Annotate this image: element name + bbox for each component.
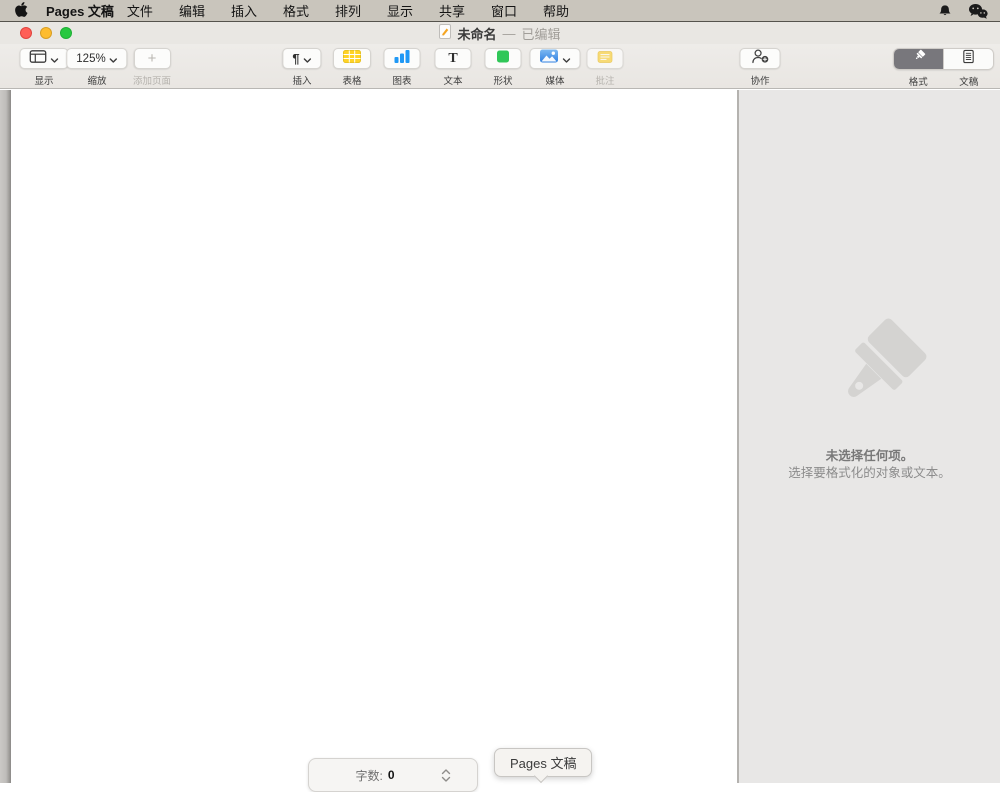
paintbrush-large-icon bbox=[847, 318, 926, 397]
collaborate-label: 协作 bbox=[750, 76, 770, 87]
window-controls bbox=[20, 27, 72, 39]
comment-label: 批注 bbox=[595, 76, 615, 87]
bell-icon[interactable] bbox=[938, 3, 952, 19]
window-title: 未命名 — 已编辑 bbox=[0, 24, 1000, 43]
menubar-status-area bbox=[938, 3, 988, 19]
chart-tool: 图表 bbox=[383, 48, 421, 87]
shape-button[interactable] bbox=[484, 48, 522, 69]
document-inspector-button[interactable] bbox=[943, 49, 993, 69]
menu-app-name[interactable]: Pages 文稿 bbox=[46, 1, 114, 20]
media-label: 媒体 bbox=[545, 76, 565, 87]
word-count-label: 字数: bbox=[355, 768, 383, 783]
menu-item-share[interactable]: 共享 bbox=[426, 1, 478, 20]
photo-icon bbox=[540, 49, 559, 68]
text-tool: T 文本 bbox=[434, 48, 472, 87]
menu-bar: Pages 文稿 文件 编辑 插入 格式 排列 显示 共享 窗口 帮助 bbox=[0, 0, 1000, 22]
insert-label: 插入 bbox=[292, 76, 312, 87]
green-square-icon bbox=[497, 50, 510, 68]
menu-item-arrange[interactable]: 排列 bbox=[322, 1, 374, 20]
zoom-label: 缩放 bbox=[87, 76, 107, 87]
document-proxy-icon[interactable] bbox=[439, 24, 452, 42]
pilcrow-icon: ¶ bbox=[292, 51, 300, 66]
menu-item-help[interactable]: 帮助 bbox=[530, 1, 582, 20]
insert-tool: ¶ 插入 bbox=[282, 48, 322, 87]
text-button[interactable]: T bbox=[434, 48, 472, 69]
add-page-button[interactable]: + bbox=[133, 48, 171, 69]
menu-item-window[interactable]: 窗口 bbox=[478, 1, 530, 20]
chevron-down-icon bbox=[562, 50, 571, 68]
chevron-down-icon bbox=[303, 50, 312, 68]
wechat-icon[interactable] bbox=[968, 3, 988, 19]
add-page-label: 添加页面 bbox=[132, 76, 172, 87]
comment-button[interactable] bbox=[586, 48, 624, 69]
document-canvas[interactable] bbox=[11, 90, 737, 783]
view-tool: 显示 bbox=[19, 48, 69, 87]
menu-item-insert[interactable]: 插入 bbox=[218, 1, 270, 20]
desktop-edge-strip bbox=[0, 90, 11, 783]
empty-state-subtitle: 选择要格式化的对象或文本。 bbox=[788, 466, 951, 480]
table-button[interactable] bbox=[333, 48, 371, 69]
document-inspector-label: 文稿 bbox=[959, 77, 979, 88]
zoom-tool: 125% 缩放 bbox=[66, 48, 128, 87]
chart-label: 图表 bbox=[392, 76, 412, 87]
collaborate-tool: 协作 bbox=[739, 48, 781, 87]
zoom-window-button[interactable] bbox=[60, 27, 72, 39]
shape-label: 形状 bbox=[493, 76, 513, 87]
close-button[interactable] bbox=[20, 27, 32, 39]
table-tool: 表格 bbox=[333, 48, 371, 87]
menu-item-view[interactable]: 显示 bbox=[374, 1, 426, 20]
insert-button[interactable]: ¶ bbox=[282, 48, 322, 69]
format-inspector-panel: 未选择任何项。 选择要格式化的对象或文本。 bbox=[739, 90, 1000, 783]
table-icon bbox=[343, 49, 361, 68]
word-count-value: 0 bbox=[387, 768, 395, 782]
chevron-down-icon bbox=[110, 50, 118, 68]
view-label: 显示 bbox=[34, 76, 54, 87]
edited-status: 已编辑 bbox=[521, 26, 561, 42]
word-count-widget[interactable]: 字数: 0 bbox=[308, 758, 478, 792]
apple-menu[interactable] bbox=[14, 1, 29, 21]
format-label: 格式 bbox=[908, 77, 928, 88]
shape-tool: 形状 bbox=[484, 48, 522, 87]
toolbar: 显示 125% 缩放 + 添加页面 ¶ 插入 表格 图表 T 文本 形状 媒体 … bbox=[0, 44, 1000, 89]
zoom-button[interactable]: 125% bbox=[66, 48, 128, 69]
paintbrush-icon bbox=[911, 49, 926, 69]
menu-item-file[interactable]: 文件 bbox=[114, 1, 166, 20]
title-bar[interactable]: 未命名 — 已编辑 bbox=[0, 22, 1000, 44]
media-button[interactable] bbox=[529, 48, 581, 69]
window-panes-icon bbox=[29, 49, 47, 68]
text-T-icon: T bbox=[448, 50, 458, 66]
text-label: 文本 bbox=[443, 76, 463, 87]
sticky-note-icon bbox=[597, 50, 613, 68]
media-tool: 媒体 bbox=[529, 48, 581, 87]
inspector-segmented-control: 格式 文稿 bbox=[893, 48, 994, 88]
menu-item-edit[interactable]: 编辑 bbox=[166, 1, 218, 20]
chevron-down-icon bbox=[50, 50, 59, 68]
zoom-value: 125% bbox=[76, 52, 106, 65]
dock-tooltip: Pages 文稿 bbox=[494, 748, 593, 777]
chart-button[interactable] bbox=[383, 48, 421, 69]
add-page-tool: + 添加页面 bbox=[133, 48, 171, 87]
minimize-button[interactable] bbox=[40, 27, 52, 39]
apple-logo-icon bbox=[14, 1, 29, 21]
comment-tool: 批注 bbox=[586, 48, 624, 87]
dock-tooltip-label: Pages 文稿 bbox=[510, 756, 577, 771]
document-title: 未命名 bbox=[457, 26, 497, 42]
bar-chart-icon bbox=[394, 49, 411, 68]
word-count-stepper[interactable] bbox=[441, 768, 451, 783]
inspector-empty-state: 未选择任何项。 选择要格式化的对象或文本。 bbox=[739, 316, 1000, 482]
document-lines-icon bbox=[961, 49, 976, 69]
collaborate-button[interactable] bbox=[739, 48, 781, 69]
table-label: 表格 bbox=[342, 76, 362, 87]
menu-item-format[interactable]: 格式 bbox=[270, 1, 322, 20]
add-person-icon bbox=[750, 48, 771, 69]
view-button[interactable] bbox=[19, 48, 69, 69]
empty-state-title: 未选择任何项。 bbox=[825, 449, 914, 463]
plus-icon: + bbox=[147, 50, 157, 67]
format-button[interactable] bbox=[894, 49, 943, 69]
title-separator: — bbox=[502, 25, 516, 41]
